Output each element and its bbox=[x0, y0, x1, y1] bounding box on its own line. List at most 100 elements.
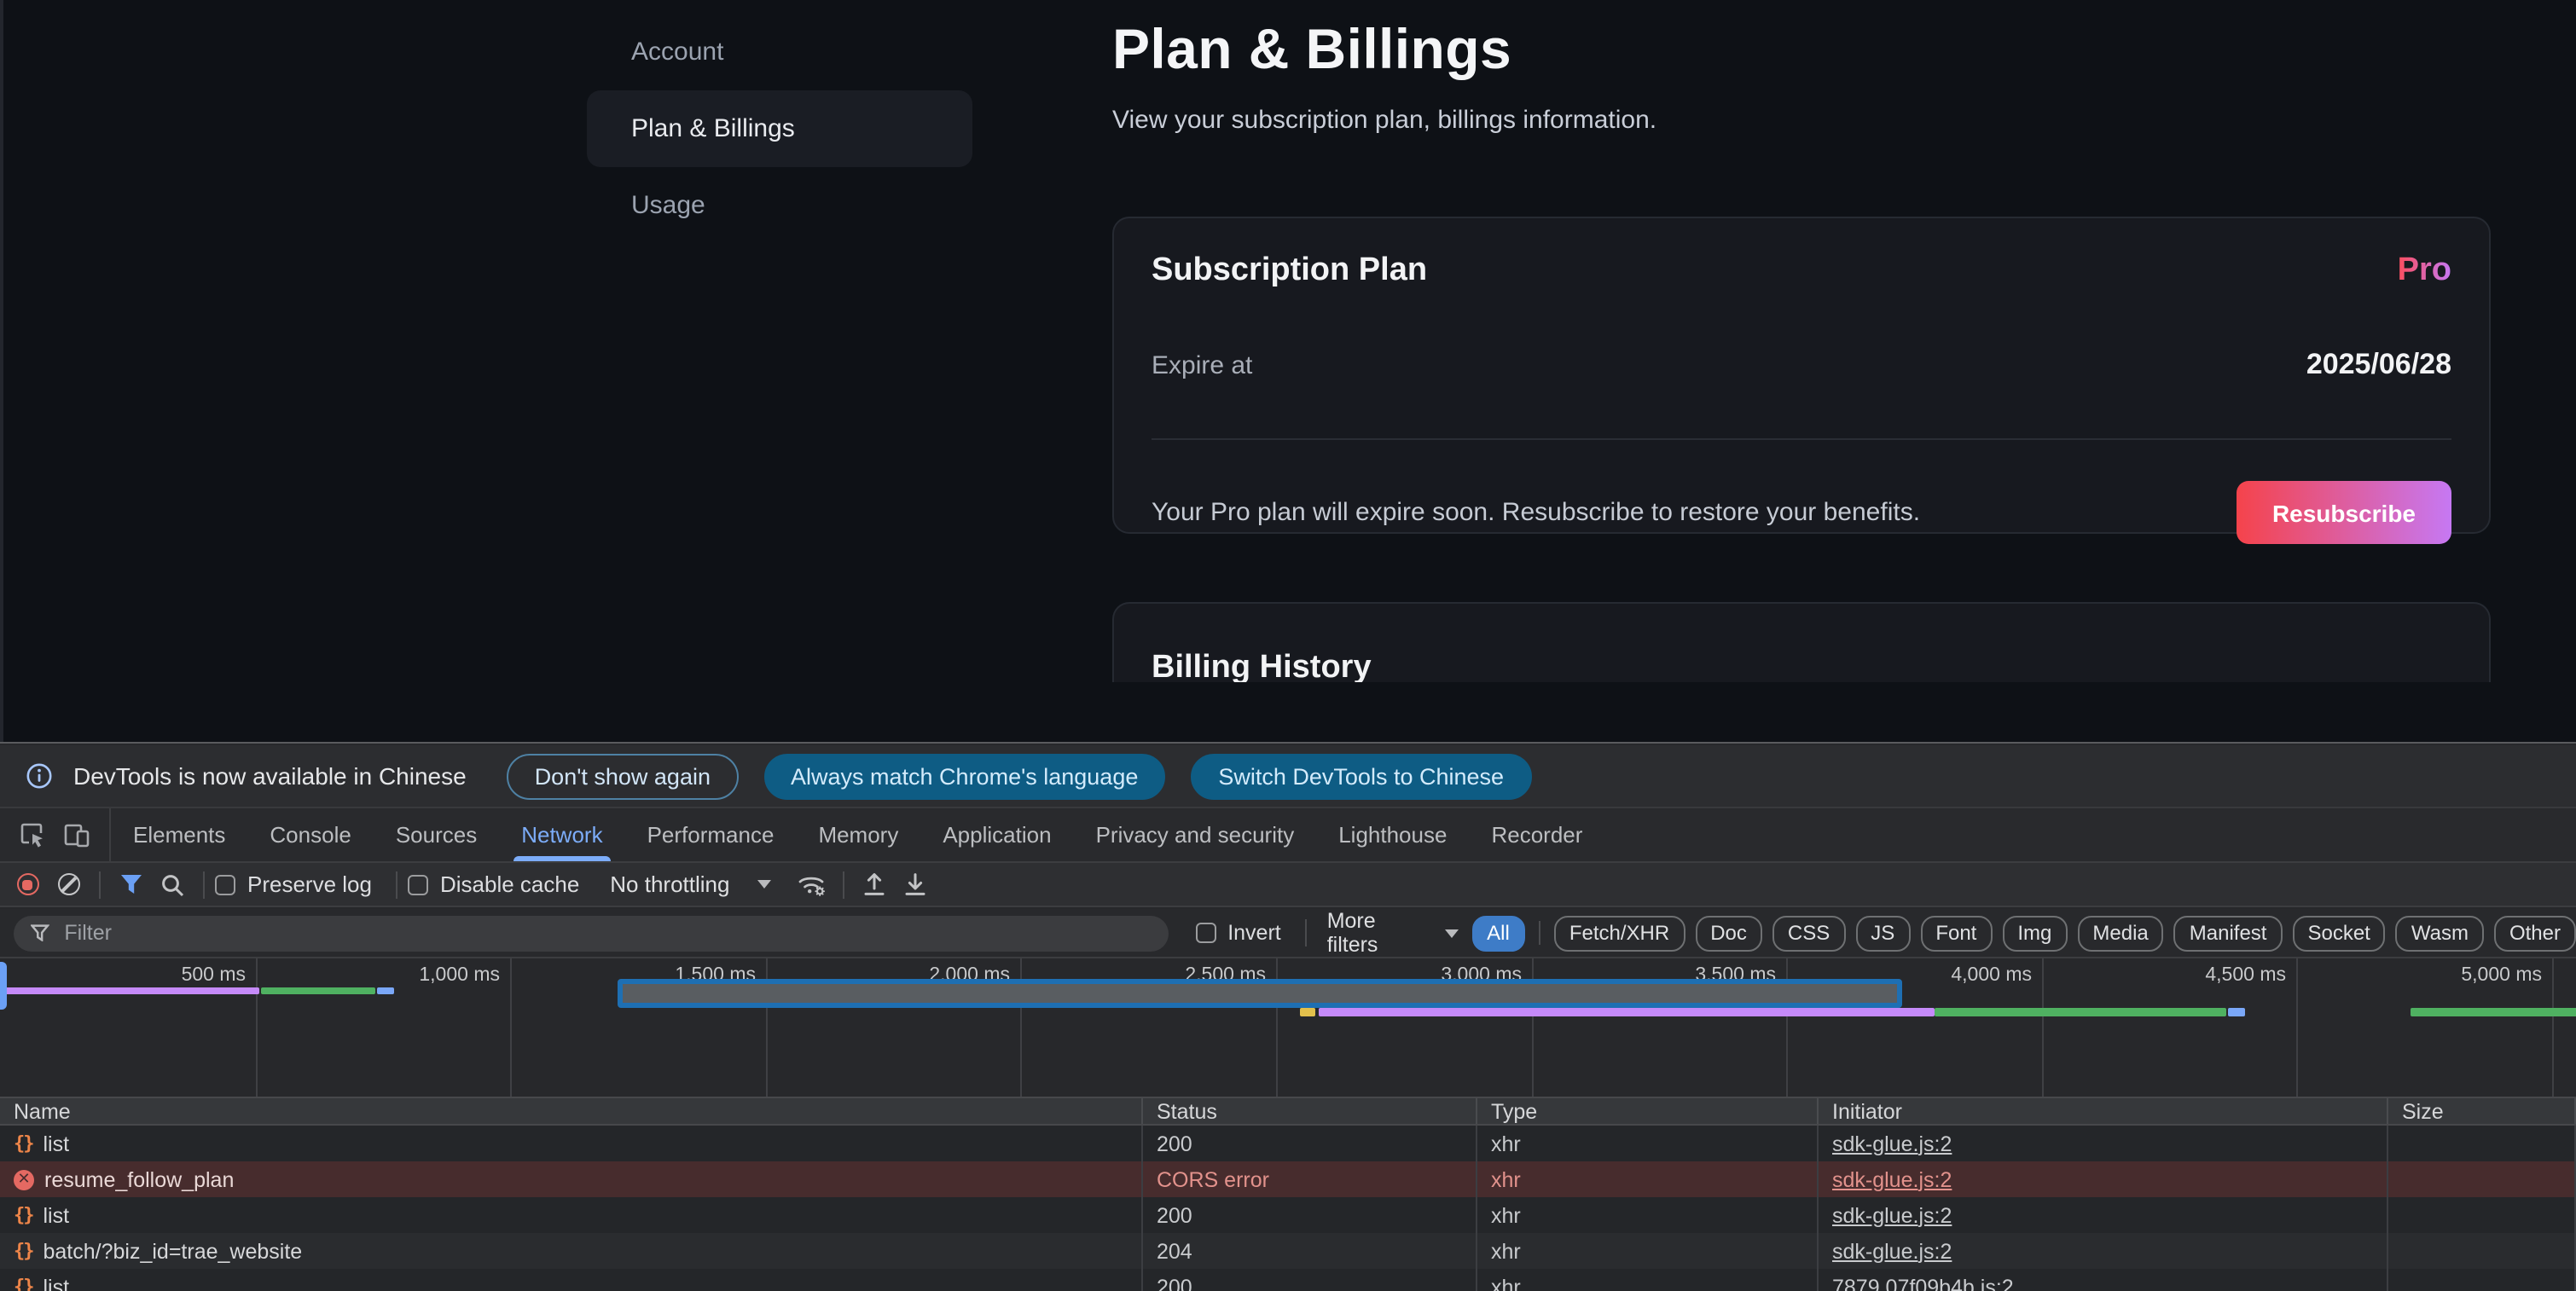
tab-label: Application bbox=[943, 822, 1051, 848]
timeline-gridline bbox=[2296, 958, 2298, 1097]
filter-chip-other[interactable]: Other bbox=[2494, 915, 2576, 951]
timeline-gridline bbox=[510, 958, 512, 1097]
size-cell bbox=[2388, 1233, 2576, 1269]
tab-label: Sources bbox=[396, 822, 477, 848]
filter-chip-all[interactable]: All bbox=[1471, 915, 1525, 951]
toolbar-separator bbox=[99, 871, 101, 898]
filter-chip-fetch-xhr[interactable]: Fetch/XHR bbox=[1554, 915, 1685, 951]
table-row[interactable]: {}list200xhr7879.07f09b4b.js:2 bbox=[0, 1269, 2576, 1291]
record-network-log-button[interactable] bbox=[7, 865, 48, 903]
toolbar-separator bbox=[203, 871, 205, 898]
column-header-type[interactable]: Type bbox=[1477, 1098, 1819, 1124]
tab-memory[interactable]: Memory bbox=[796, 808, 920, 861]
export-har-button[interactable] bbox=[895, 865, 936, 903]
tabbar-icon-group bbox=[0, 808, 111, 861]
waterfall-bar-blue bbox=[2229, 1008, 2245, 1016]
request-name: list bbox=[44, 1132, 70, 1155]
tab-performance[interactable]: Performance bbox=[625, 808, 797, 861]
network-overview-timeline[interactable]: 500 ms1,000 ms1,500 ms2,000 ms2,500 ms3,… bbox=[0, 958, 2576, 1097]
table-row[interactable]: ✕resume_follow_planCORS errorxhrsdk-glue… bbox=[0, 1161, 2576, 1197]
download-icon bbox=[902, 871, 928, 897]
sidebar-item-usage[interactable]: Usage bbox=[587, 167, 972, 244]
tab-elements[interactable]: Elements bbox=[111, 808, 247, 861]
filter-chip-manifest[interactable]: Manifest bbox=[2174, 915, 2283, 951]
network-conditions-button[interactable] bbox=[791, 865, 832, 903]
clear-network-log-button[interactable] bbox=[48, 865, 89, 903]
chevron-down-icon bbox=[757, 880, 770, 889]
column-header-status[interactable]: Status bbox=[1143, 1098, 1477, 1124]
inspect-element-button[interactable] bbox=[10, 814, 55, 855]
initiator-link[interactable]: sdk-glue.js:2 bbox=[1832, 1132, 1952, 1155]
tab-network[interactable]: Network bbox=[499, 808, 624, 861]
initiator-link[interactable]: 7879.07f09b4b.js:2 bbox=[1832, 1275, 2014, 1291]
infobar-button-always-match-chrome-s-language[interactable]: Always match Chrome's language bbox=[763, 753, 1165, 799]
table-row[interactable]: {}list200xhrsdk-glue.js:2 bbox=[0, 1197, 2576, 1233]
upload-icon bbox=[862, 871, 887, 897]
sidebar-item-plan-billings[interactable]: Plan & Billings bbox=[587, 90, 972, 167]
more-filters-dropdown[interactable]: More filters bbox=[1327, 909, 1458, 957]
network-filter-bar: Invert More filters All Fetch/XHR Doc CSS JS… bbox=[0, 909, 2576, 958]
sidebar-item-account[interactable]: Account bbox=[587, 14, 972, 90]
waterfall-bar-yellow bbox=[1301, 1008, 1316, 1016]
filter-chip-doc[interactable]: Doc bbox=[1695, 915, 1762, 951]
funnel-icon bbox=[119, 873, 143, 895]
initiator-link[interactable]: sdk-glue.js:2 bbox=[1832, 1167, 1952, 1191]
filter-input-pill[interactable] bbox=[14, 915, 1168, 951]
request-type-chips: All Fetch/XHR Doc CSS JS Font Img Media Manifest… bbox=[1471, 915, 2576, 951]
request-json-icon: {} bbox=[14, 1276, 33, 1291]
status-value: 200 bbox=[1157, 1203, 1192, 1227]
type-cell: xhr bbox=[1477, 1126, 1819, 1161]
request-json-icon: {} bbox=[14, 1240, 33, 1262]
invert-checkbox[interactable] bbox=[1195, 923, 1215, 943]
tab-recorder[interactable]: Recorder bbox=[1469, 808, 1604, 861]
filter-toggle-button[interactable] bbox=[111, 865, 152, 903]
table-row[interactable]: {}batch/?biz_id=trae_website204xhrsdk-gl… bbox=[0, 1233, 2576, 1269]
tab-label: Network bbox=[521, 822, 602, 848]
initiator-cell: sdk-glue.js:2 bbox=[1819, 1233, 2388, 1269]
initiator-link[interactable]: sdk-glue.js:2 bbox=[1832, 1239, 1952, 1263]
active-tab-underline bbox=[513, 856, 611, 861]
resubscribe-button[interactable]: Resubscribe bbox=[2237, 481, 2451, 544]
tab-sources[interactable]: Sources bbox=[374, 808, 499, 861]
throttling-select[interactable]: No throttling bbox=[610, 871, 770, 897]
infobar-button-don-t-show-again[interactable]: Don't show again bbox=[508, 753, 738, 799]
filter-chip-media[interactable]: Media bbox=[2077, 915, 2163, 951]
status-cell: 200 bbox=[1143, 1197, 1477, 1233]
filter-chip-js[interactable]: JS bbox=[1855, 915, 1910, 951]
toggle-device-toolbar-button[interactable] bbox=[55, 814, 99, 855]
column-header-size[interactable]: Size bbox=[2388, 1098, 2576, 1124]
app-left-edge bbox=[0, 0, 3, 742]
preserve-log-checkbox[interactable] bbox=[215, 874, 235, 894]
devtools-tabs: ElementsConsole Sources Network Performance… bbox=[111, 808, 1604, 861]
tab-application[interactable]: Application bbox=[920, 808, 1073, 861]
overview-selection-handle[interactable] bbox=[0, 962, 7, 1010]
table-row[interactable]: {}list200xhrsdk-glue.js:2 bbox=[0, 1126, 2576, 1161]
devtools-tabbar: ElementsConsole Sources Network Performance… bbox=[0, 808, 2576, 863]
initiator-cell: sdk-glue.js:2 bbox=[1819, 1126, 2388, 1161]
import-har-button[interactable] bbox=[854, 865, 895, 903]
search-icon bbox=[160, 872, 184, 896]
settings-content-header: Plan & Billings View your subscription p… bbox=[1112, 17, 1656, 135]
filter-input[interactable] bbox=[61, 919, 1151, 947]
initiator-cell: sdk-glue.js:2 bbox=[1819, 1161, 2388, 1197]
invert-label: Invert bbox=[1227, 921, 1281, 945]
clear-icon bbox=[57, 873, 79, 895]
search-button[interactable] bbox=[152, 865, 193, 903]
filter-chip-font[interactable]: Font bbox=[1920, 915, 1992, 951]
network-toolbar: Preserve log Disable cache No throttling bbox=[0, 863, 2576, 907]
tab-console[interactable]: Console bbox=[247, 808, 373, 861]
filter-chip-socket[interactable]: Socket bbox=[2292, 915, 2385, 951]
filter-chip-wasm[interactable]: Wasm bbox=[2396, 915, 2484, 951]
disable-cache-checkbox[interactable] bbox=[408, 874, 428, 894]
tab-lighthouse[interactable]: Lighthouse bbox=[1316, 808, 1469, 861]
type-cell: xhr bbox=[1477, 1161, 1819, 1197]
filter-chip-css[interactable]: CSS bbox=[1772, 915, 1845, 951]
filter-chip-img[interactable]: Img bbox=[2002, 915, 2067, 951]
column-header-name[interactable]: Name bbox=[0, 1098, 1143, 1124]
timeline-tick-label: 1,000 ms bbox=[261, 965, 500, 986]
initiator-link[interactable]: sdk-glue.js:2 bbox=[1832, 1203, 1952, 1227]
infobar-button-switch-devtools-to-chinese[interactable]: Switch DevTools to Chinese bbox=[1191, 753, 1531, 799]
column-header-initiator[interactable]: Initiator bbox=[1819, 1098, 2388, 1124]
toolbar-separator bbox=[396, 871, 397, 898]
tab-privacy-and-security[interactable]: Privacy and security bbox=[1074, 808, 1317, 861]
